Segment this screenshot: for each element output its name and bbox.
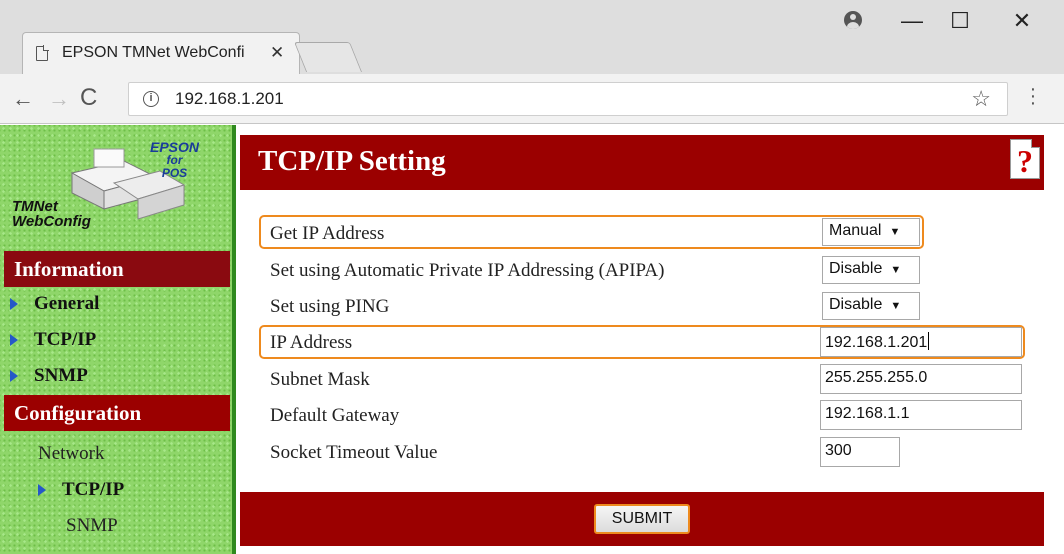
sidebar-item-info-snmp[interactable]: SNMP	[10, 365, 88, 387]
sidebar-item-info-tcpip[interactable]: TCP/IP	[10, 329, 96, 351]
sidebar-item-network[interactable]: Network	[38, 443, 104, 465]
default-gateway-label: Default Gateway	[270, 405, 400, 426]
page-header: TCP/IP Setting ?	[240, 135, 1044, 190]
apipa-label: Set using Automatic Private IP Addressin…	[270, 260, 665, 281]
maximize-button[interactable]: ☐	[940, 8, 980, 38]
forward-arrow-icon[interactable]: →	[48, 86, 70, 112]
sidebar-item-config-tcpip[interactable]: TCP/IP	[38, 479, 124, 501]
browser-tab-content[interactable]: EPSON TMNet WebConfi ✕	[22, 32, 300, 74]
dropdown-arrow-icon: ▼	[890, 300, 902, 312]
logo-epson-text: EPSON for POS	[150, 139, 200, 180]
information-header: Information	[4, 251, 230, 287]
address-bar[interactable]: i 192.168.1.201 ☆	[128, 82, 1008, 116]
default-gateway-input[interactable]: 192.168.1.1	[820, 400, 1022, 430]
get-ip-address-select[interactable]: Manual ▼	[822, 218, 920, 246]
form-footer: SUBMIT	[240, 492, 1044, 546]
sidebar-item-general[interactable]: General	[10, 293, 99, 315]
url-text[interactable]: 192.168.1.201	[175, 89, 284, 109]
sidebar-item-label: TCP/IP	[34, 329, 97, 350]
logo-tmnet-text: TMNet WebConfig	[12, 198, 91, 230]
get-ip-address-label: Get IP Address	[270, 223, 385, 244]
minimize-button[interactable]: —	[892, 8, 932, 38]
ip-address-input[interactable]: 192.168.1.201	[820, 327, 1022, 357]
arrow-right-icon	[10, 370, 18, 382]
new-tab-button[interactable]	[293, 42, 363, 72]
help-icon[interactable]: ?	[1010, 139, 1040, 179]
arrow-right-icon	[38, 484, 46, 496]
sidebar: EPSON for POS TMNet WebConfig Informatio…	[0, 125, 232, 554]
sidebar-item-label: General	[34, 293, 100, 314]
dropdown-arrow-icon: ▼	[889, 226, 901, 238]
browser-menu-icon[interactable]: · · ·	[1028, 79, 1038, 113]
ping-select[interactable]: Disable ▼	[822, 292, 920, 320]
arrow-right-icon	[10, 298, 18, 310]
info-icon[interactable]: i	[143, 91, 159, 107]
subnet-mask-input[interactable]: 255.255.255.0	[820, 364, 1022, 394]
arrow-right-icon	[10, 334, 18, 346]
tab-close-icon[interactable]: ✕	[270, 43, 284, 63]
submit-button[interactable]: SUBMIT	[594, 504, 690, 534]
tab-title: EPSON TMNet WebConfi	[62, 44, 245, 61]
ping-label: Set using PING	[270, 296, 390, 317]
socket-timeout-label: Socket Timeout Value	[270, 442, 438, 463]
sidebar-divider	[232, 125, 236, 554]
reload-icon[interactable]: C	[80, 84, 97, 112]
configuration-header: Configuration	[4, 395, 230, 431]
sidebar-item-label: TCP/IP	[62, 479, 125, 500]
subnet-mask-label: Subnet Mask	[270, 369, 370, 390]
apipa-select[interactable]: Disable ▼	[822, 256, 920, 284]
sidebar-item-config-snmp[interactable]: SNMP	[66, 515, 118, 537]
tmnet-webconfig-logo: EPSON for POS TMNet WebConfig	[8, 133, 208, 245]
close-window-button[interactable]: ✕	[1002, 8, 1042, 38]
page-title: TCP/IP Setting	[258, 145, 446, 177]
account-icon[interactable]	[838, 8, 868, 38]
socket-timeout-input[interactable]: 300	[820, 437, 900, 467]
sidebar-item-label: SNMP	[34, 365, 88, 386]
dropdown-arrow-icon: ▼	[890, 264, 902, 276]
page-icon	[36, 44, 49, 61]
bookmark-star-icon[interactable]: ☆	[971, 86, 991, 112]
back-arrow-icon[interactable]: ←	[12, 86, 34, 112]
ip-address-label: IP Address	[270, 332, 353, 353]
browser-toolbar: ← → C i 192.168.1.201 ☆ · · ·	[0, 74, 1064, 124]
